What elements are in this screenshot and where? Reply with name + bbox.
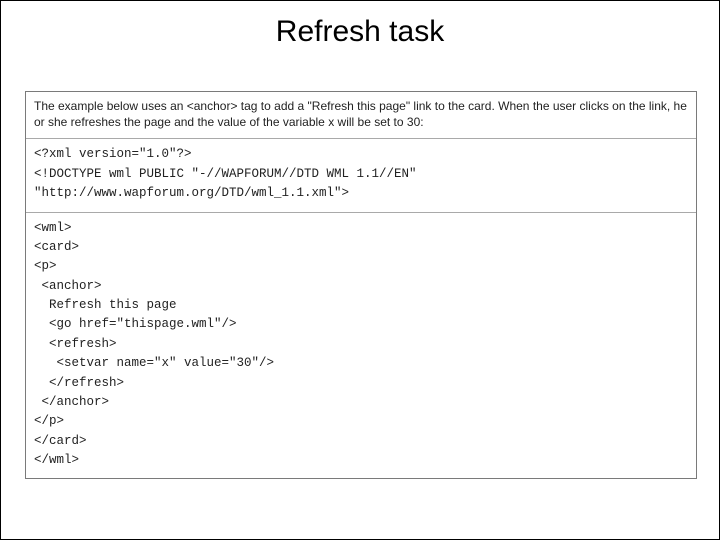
code-block-body: <wml> <card> <p> <anchor> Refresh this p… [26,213,696,479]
description-text: The example below uses an <anchor> tag t… [26,92,696,139]
code-block-prolog: <?xml version="1.0"?> <!DOCTYPE wml PUBL… [26,139,696,212]
page-title: Refresh task [1,1,719,49]
content-box: The example below uses an <anchor> tag t… [25,91,697,479]
slide: Refresh task The example below uses an <… [0,0,720,540]
